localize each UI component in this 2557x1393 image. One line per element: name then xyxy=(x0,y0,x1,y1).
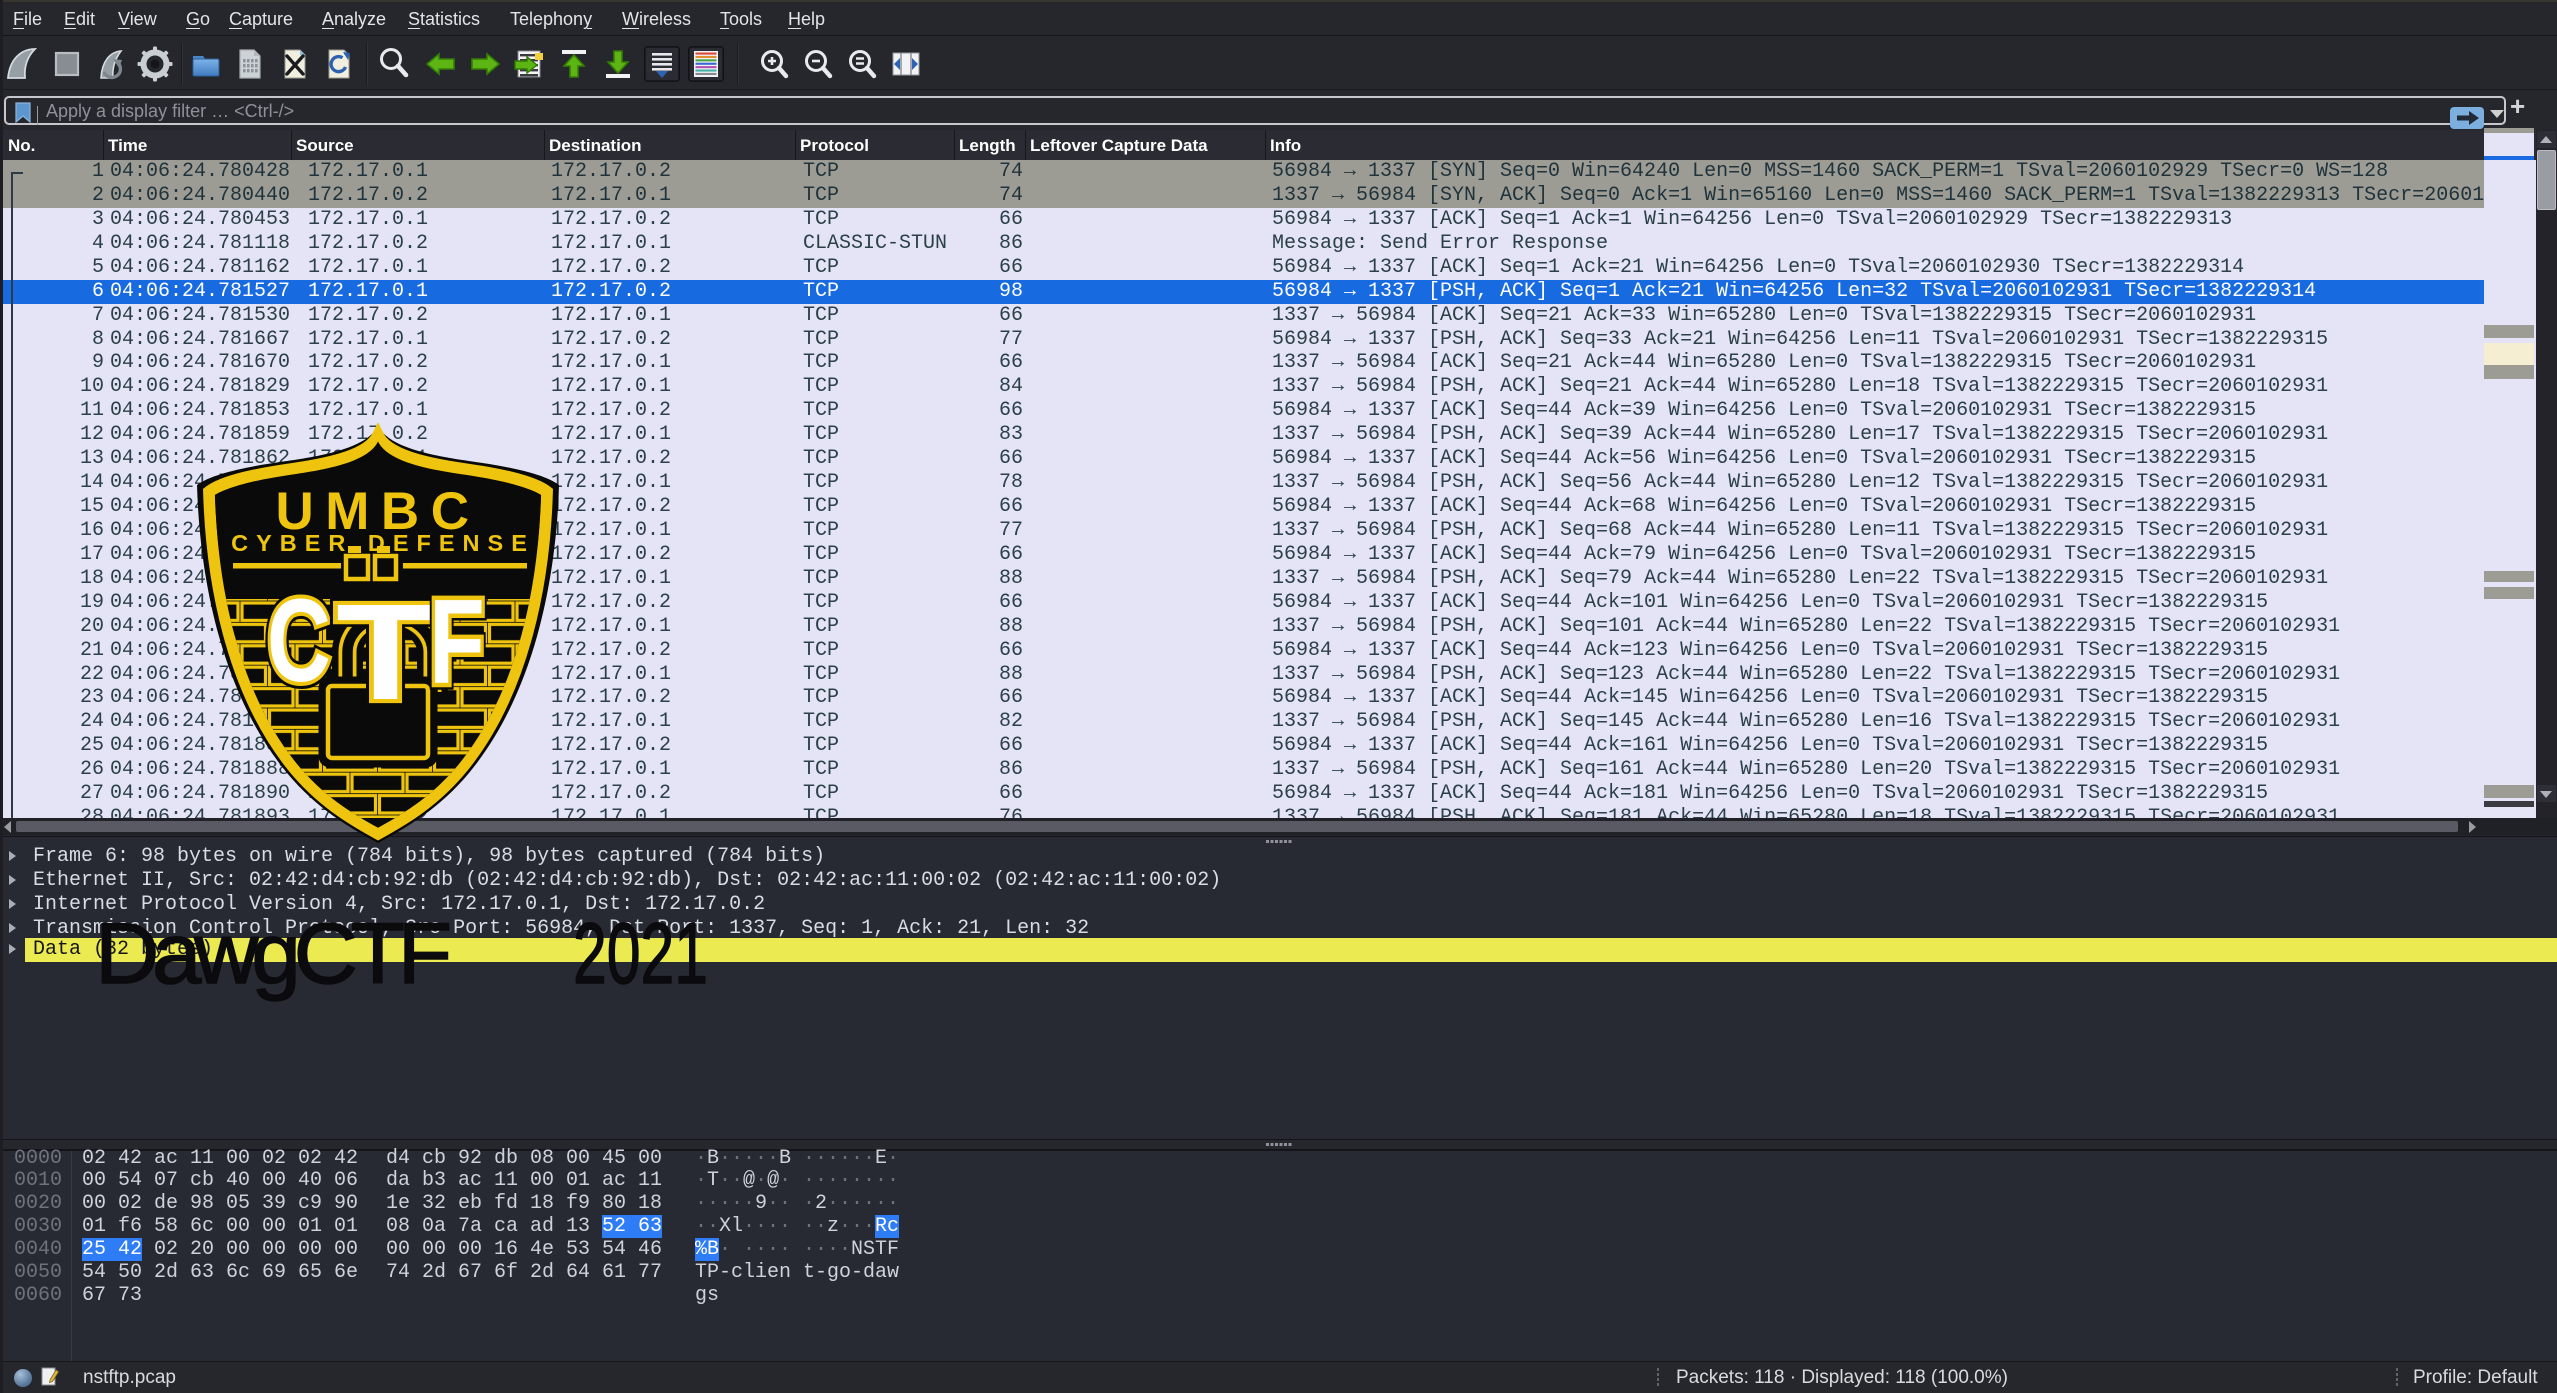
svg-text:C: C xyxy=(267,576,331,707)
svg-text:T: T xyxy=(336,575,435,728)
svg-text:F: F xyxy=(429,575,485,709)
